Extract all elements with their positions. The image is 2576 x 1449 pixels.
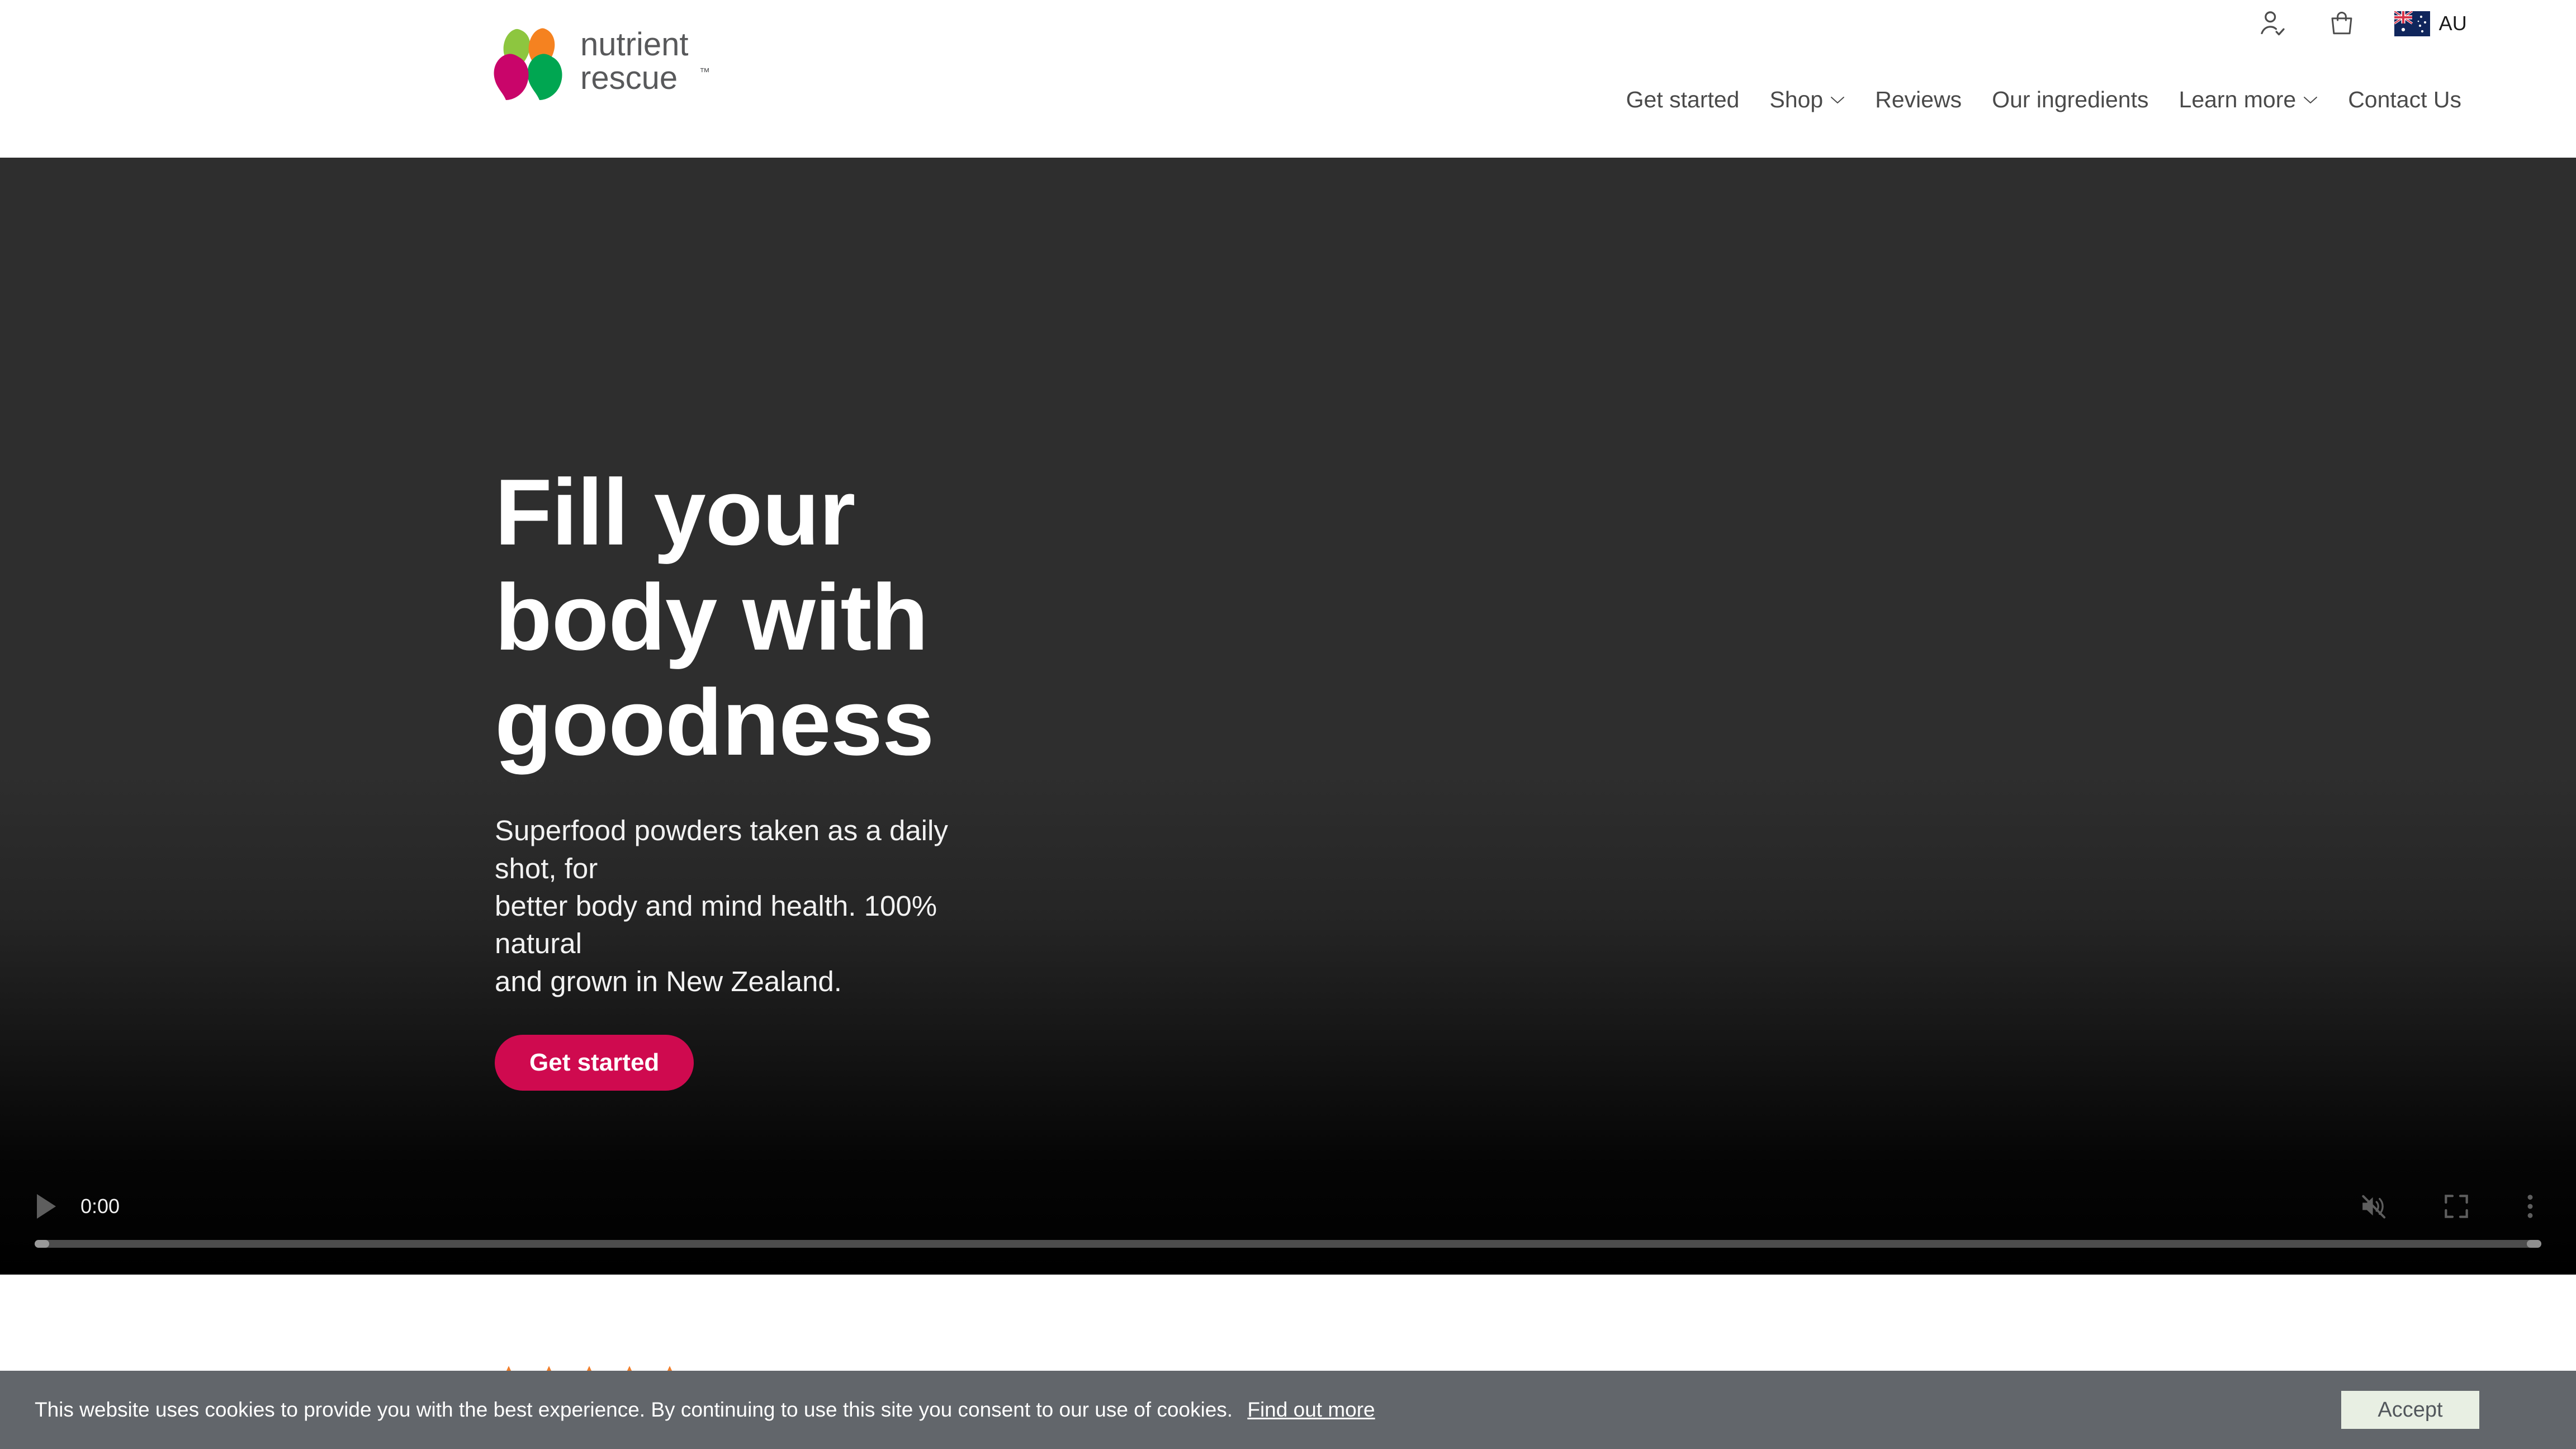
volume-muted-icon[interactable] bbox=[2357, 1191, 2390, 1222]
video-controls: 0:00 bbox=[0, 1168, 2576, 1275]
nav-item-our-ingredients[interactable]: Our ingredients bbox=[1977, 87, 2163, 113]
nav-item-learn-more[interactable]: Learn more bbox=[2164, 87, 2333, 113]
nav-label: Reviews bbox=[1875, 87, 1962, 112]
hero-title-line-3: goodness bbox=[495, 670, 934, 775]
site-logo[interactable]: nutrient rescue ™ bbox=[492, 22, 726, 101]
nutrient-rescue-logo-icon bbox=[494, 28, 562, 100]
main-navigation: Get started Shop Reviews Our ingredients… bbox=[1611, 87, 2461, 113]
nav-item-reviews[interactable]: Reviews bbox=[1860, 87, 1977, 113]
cookie-consent-banner: This website uses cookies to provide you… bbox=[0, 1371, 2576, 1449]
logo-wordmark: nutrient rescue ™ bbox=[580, 26, 726, 97]
nav-item-contact-us[interactable]: Contact Us bbox=[2333, 87, 2461, 113]
svg-text:rescue: rescue bbox=[580, 60, 678, 96]
more-options-icon[interactable] bbox=[2522, 1191, 2538, 1222]
cookie-find-out-more-link[interactable]: Find out more bbox=[1247, 1398, 1375, 1421]
chevron-down-icon bbox=[2304, 96, 2318, 103]
page-title: Fill your body with goodness bbox=[495, 460, 1110, 775]
cookie-accept-button[interactable]: Accept bbox=[2341, 1391, 2479, 1429]
header-utilities: AU bbox=[2258, 8, 2467, 39]
hero-subtitle: Superfood powders taken as a daily shot,… bbox=[495, 812, 998, 1000]
hero-title-line-1: Fill your bbox=[495, 460, 855, 565]
video-progress-bar[interactable] bbox=[35, 1240, 2541, 1248]
nav-item-shop[interactable]: Shop bbox=[1754, 87, 1860, 113]
hero-subtitle-line-1: Superfood powders taken as a daily shot,… bbox=[495, 815, 948, 884]
page-root: nutrient rescue ™ AU Get started Shop Re… bbox=[0, 0, 2576, 1449]
video-progress-handle[interactable] bbox=[35, 1240, 49, 1248]
fullscreen-icon[interactable] bbox=[2441, 1191, 2472, 1222]
svg-text:nutrient: nutrient bbox=[580, 26, 688, 63]
hero-content: Fill your body with goodness Superfood p… bbox=[495, 460, 1110, 1091]
nav-label: Learn more bbox=[2179, 87, 2296, 112]
video-controls-right bbox=[2357, 1191, 2538, 1222]
nav-item-get-started[interactable]: Get started bbox=[1611, 87, 1755, 113]
cookie-message: This website uses cookies to provide you… bbox=[35, 1398, 1233, 1421]
nav-label: Our ingredients bbox=[1992, 87, 2149, 112]
chevron-down-icon bbox=[1831, 96, 1845, 103]
hero-subtitle-line-2: better body and mind health. 100% natura… bbox=[495, 890, 937, 960]
region-selector[interactable]: AU bbox=[2394, 11, 2467, 36]
user-check-icon[interactable] bbox=[2258, 8, 2289, 39]
shopping-bag-icon[interactable] bbox=[2327, 8, 2356, 39]
video-progress-end-cap bbox=[2527, 1240, 2541, 1248]
nav-label: Contact Us bbox=[2348, 87, 2461, 112]
nav-label: Get started bbox=[1626, 87, 1740, 112]
hero-title-line-2: body with bbox=[495, 565, 929, 670]
svg-text:™: ™ bbox=[699, 67, 710, 78]
video-current-time: 0:00 bbox=[80, 1195, 120, 1218]
region-label: AU bbox=[2438, 12, 2467, 35]
play-icon[interactable] bbox=[32, 1191, 59, 1222]
get-started-button[interactable]: Get started bbox=[495, 1035, 694, 1091]
hero-subtitle-line-3: and grown in New Zealand. bbox=[495, 965, 842, 997]
nav-label: Shop bbox=[1769, 87, 1824, 112]
cookie-message-wrap: This website uses cookies to provide you… bbox=[35, 1398, 1375, 1422]
site-header: nutrient rescue ™ AU Get started Shop Re… bbox=[0, 0, 2576, 158]
hero-video-section: Fill your body with goodness Superfood p… bbox=[0, 158, 2576, 1275]
australia-flag-icon bbox=[2394, 11, 2430, 36]
video-controls-left: 0:00 bbox=[32, 1191, 120, 1222]
